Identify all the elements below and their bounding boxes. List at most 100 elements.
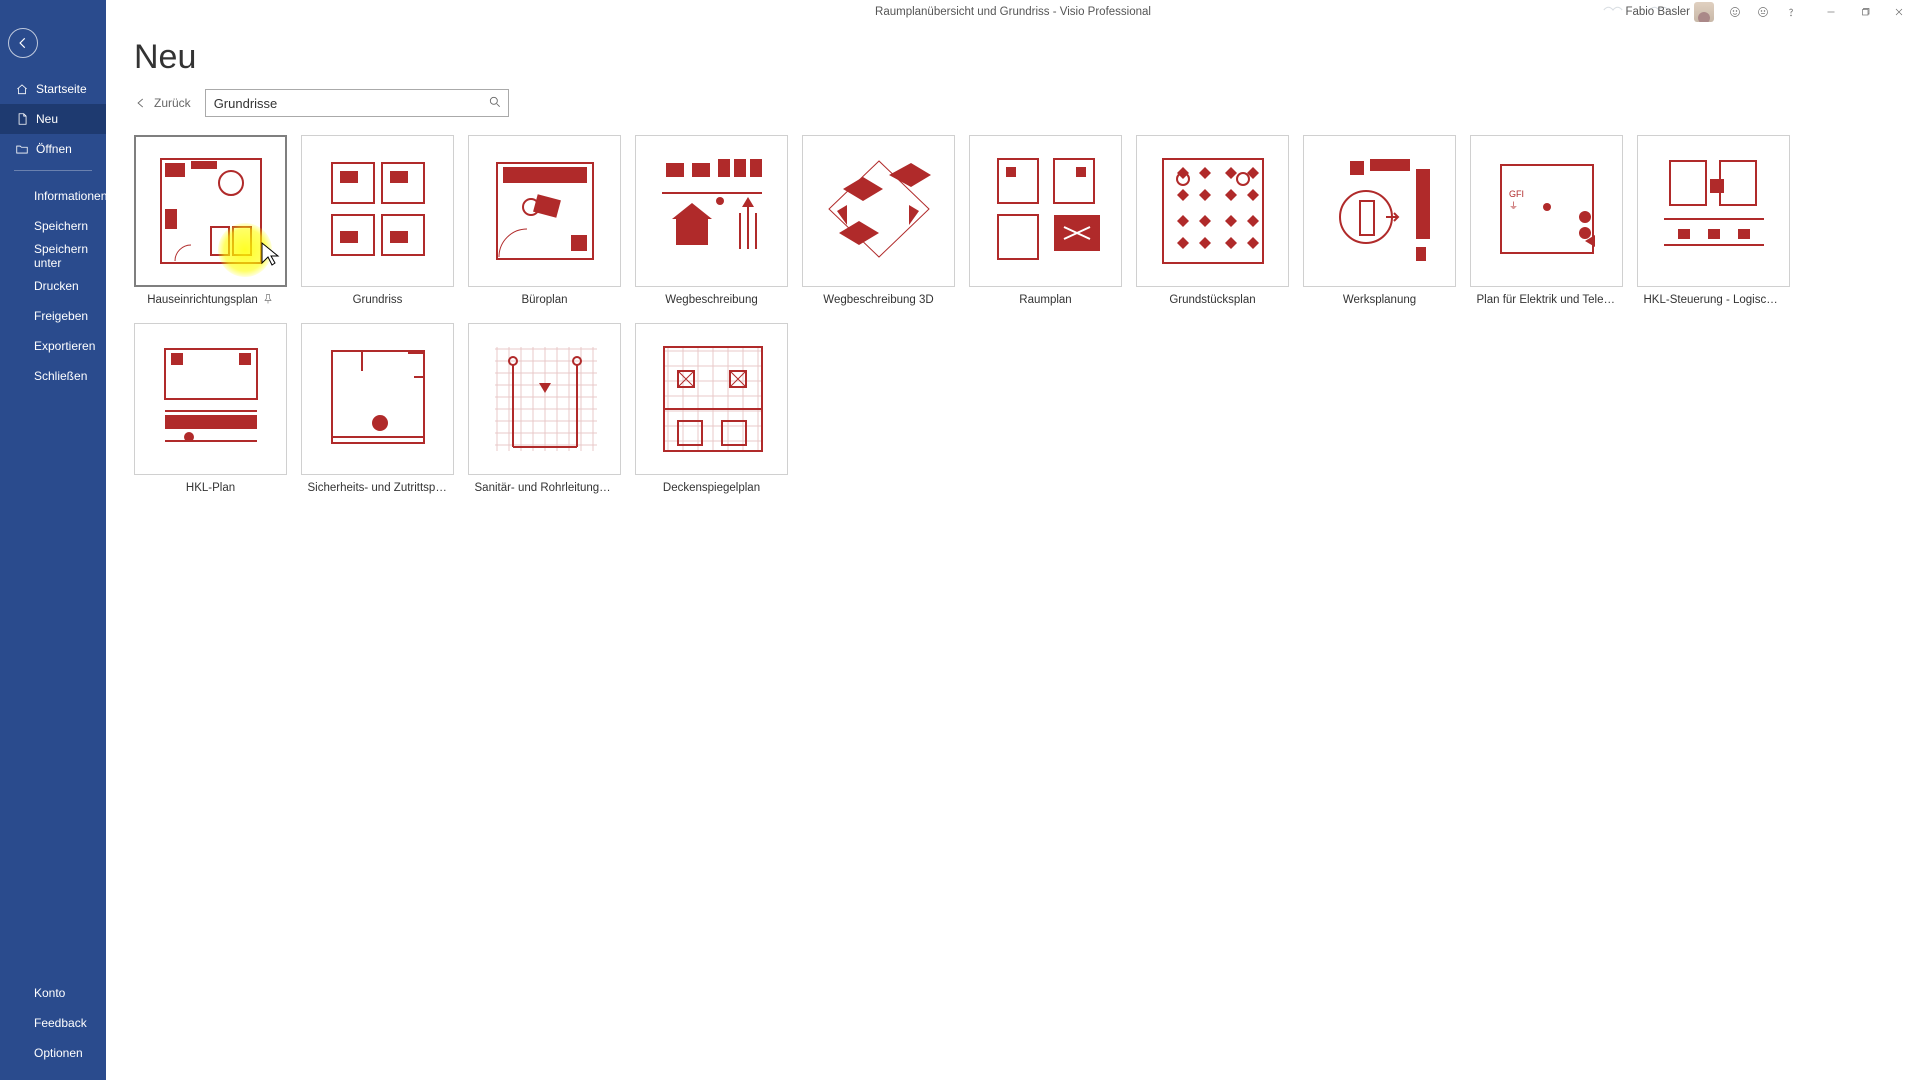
template-deckenspiegel[interactable]: Deckenspiegelplan	[635, 323, 788, 497]
template-thumbnail	[1136, 135, 1289, 287]
template-label-row: Büroplan	[468, 291, 621, 309]
sidebar-item-share[interactable]: Freigeben	[0, 301, 106, 331]
backstage-sidebar: Startseite Neu Öffnen Informationen Speiche…	[0, 0, 106, 1080]
sidebar-item-info[interactable]: Informationen	[0, 181, 106, 211]
sidebar-item-label: Exportieren	[34, 339, 95, 353]
template-thumbnail	[468, 323, 621, 475]
template-sanitaer[interactable]: Sanitär- und Rohrleitungsp...	[468, 323, 621, 497]
sidebar-item-label: Konto	[34, 986, 65, 1000]
template-thumbnail	[1637, 135, 1790, 287]
back-to-categories[interactable]: Zurück	[134, 96, 191, 110]
template-label-row: HKL-Steuerung - Logische...	[1637, 291, 1790, 309]
sidebar-item-label: Freigeben	[34, 309, 88, 323]
sidebar-item-label: Schließen	[34, 369, 87, 383]
sidebar-item-label: Öffnen	[36, 142, 72, 156]
template-sicherheit[interactable]: Sicherheits- und Zutrittsplan	[301, 323, 454, 497]
sidebar-item-options[interactable]: Optionen	[0, 1038, 106, 1068]
sidebar-item-new[interactable]: Neu	[0, 104, 106, 134]
template-thumbnail	[1303, 135, 1456, 287]
user-name[interactable]: Fabio Basler	[1625, 6, 1690, 18]
template-label: Werksplanung	[1343, 294, 1416, 306]
template-label: Wegbeschreibung 3D	[823, 294, 933, 306]
template-hkl-log[interactable]: HKL-Steuerung - Logische...	[1637, 135, 1790, 309]
sidebar-item-label: Optionen	[34, 1046, 83, 1060]
template-label-row: Werksplanung	[1303, 291, 1456, 309]
folder-icon	[14, 142, 30, 156]
template-grundriss[interactable]: Grundriss	[301, 135, 454, 309]
template-thumbnail	[301, 323, 454, 475]
sidebar-item-account[interactable]: Konto	[0, 978, 106, 1008]
template-grid: Hauseinrichtungsplan Grundriss Büroplan	[134, 135, 1892, 497]
template-label: HKL-Plan	[186, 482, 235, 494]
template-label-row: Raumplan	[969, 291, 1122, 309]
sidebar-item-saveas[interactable]: Speichern unter	[0, 241, 106, 271]
titlebar: Raumplanübersicht und Grundriss - Visio …	[106, 0, 1920, 24]
template-label: Büroplan	[521, 294, 567, 306]
sidebar-item-label: Drucken	[34, 279, 79, 293]
template-label-row: Wegbeschreibung	[635, 291, 788, 309]
template-label: Sicherheits- und Zutrittsplan	[308, 482, 448, 494]
template-label-row: Plan für Elektrik und Teleko...	[1470, 291, 1623, 309]
template-raumplan[interactable]: Raumplan	[969, 135, 1122, 309]
template-label-row: Sanitär- und Rohrleitungsp...	[468, 479, 621, 497]
sidebar-item-save[interactable]: Speichern	[0, 211, 106, 241]
template-label: Deckenspiegelplan	[663, 482, 760, 494]
face-neutral-icon[interactable]	[1750, 1, 1776, 23]
sidebar-item-label: Speichern unter	[34, 242, 106, 270]
template-label: Grundstücksplan	[1169, 294, 1255, 306]
face-smile-icon[interactable]	[1722, 1, 1748, 23]
template-thumbnail	[134, 135, 287, 287]
template-thumbnail	[635, 323, 788, 475]
template-label-row: Sicherheits- und Zutrittsplan	[301, 479, 454, 497]
template-bueroplan[interactable]: Büroplan	[468, 135, 621, 309]
template-grundstuecksplan[interactable]: Grundstücksplan	[1136, 135, 1289, 309]
template-search-box[interactable]	[205, 89, 509, 117]
template-elektrik[interactable]: GFI ⏚ Plan für Elektrik und Teleko...	[1470, 135, 1623, 309]
template-thumbnail	[969, 135, 1122, 287]
page-title: Neu	[134, 38, 1892, 77]
main-area: Raumplanübersicht und Grundriss - Visio …	[106, 0, 1920, 1080]
sidebar-item-label: Neu	[36, 112, 58, 126]
template-hauseinrichtungsplan[interactable]: Hauseinrichtungsplan	[134, 135, 287, 309]
sidebar-item-open[interactable]: Öffnen	[0, 134, 106, 164]
template-label: HKL-Steuerung - Logische...	[1644, 294, 1784, 306]
template-werksplanung[interactable]: Werksplanung	[1303, 135, 1456, 309]
search-input[interactable]	[214, 96, 488, 111]
svg-text:⏚: ⏚	[1509, 201, 1518, 211]
template-label: Raumplan	[1019, 294, 1071, 306]
sidebar-item-label: Startseite	[36, 82, 87, 96]
sidebar-item-label: Speichern	[34, 219, 88, 233]
close-button[interactable]	[1882, 1, 1916, 23]
sidebar-item-export[interactable]: Exportieren	[0, 331, 106, 361]
sidebar-item-feedback[interactable]: Feedback	[0, 1008, 106, 1038]
restore-button[interactable]	[1848, 1, 1882, 23]
template-label: Grundriss	[353, 294, 403, 306]
template-label-row: Deckenspiegelplan	[635, 479, 788, 497]
template-thumbnail	[301, 135, 454, 287]
minimize-button[interactable]	[1814, 1, 1848, 23]
template-label: Plan für Elektrik und Teleko...	[1477, 294, 1617, 306]
template-thumbnail	[468, 135, 621, 287]
template-label: Wegbeschreibung	[665, 294, 758, 306]
pin-icon[interactable]	[262, 293, 274, 308]
sidebar-divider	[14, 170, 92, 171]
sidebar-item-close[interactable]: Schließen	[0, 361, 106, 391]
template-label-row: Grundriss	[301, 291, 454, 309]
template-thumbnail	[802, 135, 955, 287]
template-label-row: Wegbeschreibung 3D	[802, 291, 955, 309]
back-label: Zurück	[154, 96, 191, 110]
content-area: Neu Zurück Hauseinrich	[106, 24, 1920, 1080]
template-label-row: Hauseinrichtungsplan	[134, 291, 287, 309]
template-wegbeschreibung3d[interactable]: Wegbeschreibung 3D	[802, 135, 955, 309]
search-icon[interactable]	[488, 95, 502, 112]
back-button[interactable]	[8, 28, 38, 58]
sidebar-item-label: Informationen	[34, 189, 107, 203]
help-icon[interactable]	[1778, 1, 1804, 23]
sidebar-item-home[interactable]: Startseite	[0, 74, 106, 104]
template-label-row: Grundstücksplan	[1136, 291, 1289, 309]
template-hkl-plan[interactable]: HKL-Plan	[134, 323, 287, 497]
template-wegbeschreibung[interactable]: Wegbeschreibung	[635, 135, 788, 309]
svg-text:GFI: GFI	[1509, 189, 1524, 199]
avatar[interactable]	[1694, 2, 1714, 22]
sidebar-item-print[interactable]: Drucken	[0, 271, 106, 301]
